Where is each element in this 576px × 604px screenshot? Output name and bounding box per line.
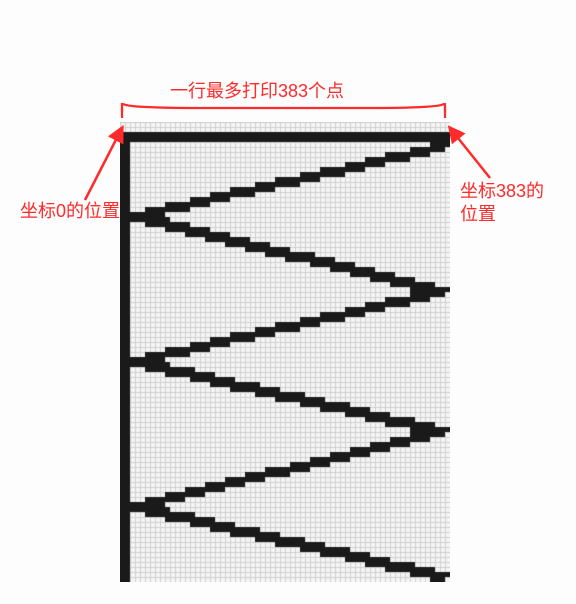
grid-canvas bbox=[120, 122, 450, 582]
right-annotation: 坐标383的 位置 bbox=[460, 180, 544, 227]
left-arrow bbox=[85, 128, 122, 200]
top-annotation: 一行最多打印383个点 bbox=[170, 80, 344, 103]
top-span-bracket bbox=[122, 103, 445, 112]
dot-matrix-grid bbox=[120, 122, 450, 582]
right-arrow bbox=[450, 128, 490, 178]
left-annotation: 坐标0的位置 bbox=[20, 200, 120, 223]
diagram-stage: 一行最多打印383个点 坐标0的位置 坐标383的 位置 bbox=[0, 0, 576, 604]
